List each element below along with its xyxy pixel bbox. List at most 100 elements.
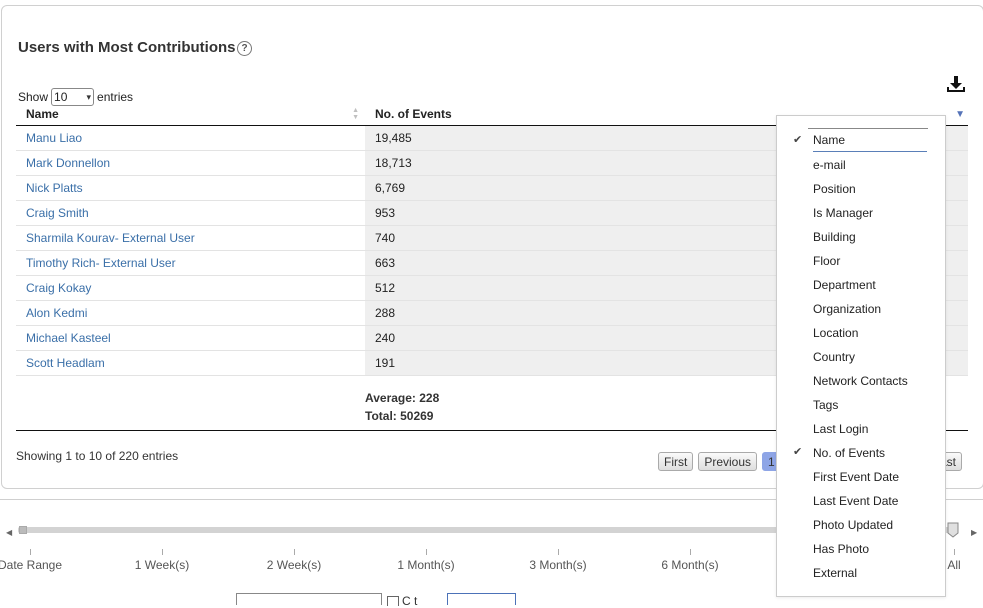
slider-left-handle[interactable] [19,526,27,534]
user-link[interactable]: Scott Headlam [26,356,105,370]
help-icon[interactable]: ? [237,41,252,56]
focus-outline [808,128,928,129]
chevron-down-icon: ▾ [86,91,92,102]
slider-tick-label[interactable]: 2 Week(s) [267,558,321,572]
column-header-name[interactable]: Name ▲ ▼ [16,103,365,126]
slider-tick-label[interactable]: 1 Month(s) [397,558,454,572]
slider-tick-label[interactable]: 3 Month(s) [529,558,586,572]
name-cell: Craig Kokay [16,275,365,301]
download-icon[interactable] [946,75,966,93]
column-menu-item-label: No. of Events [813,446,886,460]
slider-left-arrow-icon[interactable]: ◀ [6,528,12,537]
name-cell: Manu Liao [16,125,365,151]
name-cell: Mark Donnellon [16,150,365,176]
column-menu-item[interactable]: Network Contacts [777,368,945,392]
total-value: Total: 50269 [365,409,434,423]
column-menu-item[interactable]: Position [777,176,945,200]
user-link[interactable]: Michael Kasteel [26,331,111,345]
name-cell: Nick Platts [16,175,365,201]
column-menu-item-label: Name [813,133,927,152]
slider-right-handle[interactable] [947,522,959,538]
entries-select-value: 10 [54,90,68,104]
column-menu-item-label: Floor [813,254,841,268]
table-summary: Average: 228 Total: 50269 [365,389,439,425]
name-cell: Alon Kedmi [16,300,365,326]
column-menu-item[interactable]: Floor [777,248,945,272]
user-link[interactable]: Craig Kokay [26,281,91,295]
slider-tick [30,549,31,555]
column-menu-item[interactable]: Country [777,344,945,368]
column-menu-item-label: First Event Date [813,470,900,484]
column-menu-item[interactable]: Is Manager [777,200,945,224]
slider-tick-label[interactable]: 1 Week(s) [135,558,189,572]
column-menu-item[interactable]: e-mail [777,152,945,176]
slider-tick-label[interactable]: Date Range [0,558,62,572]
check-icon: ✔ [793,446,803,458]
column-menu-item-label: Country [813,350,856,364]
column-menu-item[interactable]: Last Event Date [777,488,945,512]
check-icon: ✔ [793,134,803,146]
column-menu-item-label: External [813,566,858,580]
column-menu-item-label: Is Manager [813,206,874,220]
column-menu-item-label: Photo Updated [813,518,894,532]
column-header-label: No. of Events [375,106,452,121]
first-page-button[interactable]: First [658,452,694,471]
slider-tick-label[interactable]: All [947,558,960,572]
column-menu-item-label: Network Contacts [813,374,908,388]
slider-tick-label[interactable]: 6 Month(s) [661,558,718,572]
column-menu-item[interactable]: Location [777,320,945,344]
name-cell: Sharmila Kourav- External User [16,225,365,251]
column-menu-item[interactable]: Tags [777,392,945,416]
slider-tick [690,549,691,555]
column-menu-item-label: Last Event Date [813,494,899,508]
column-header-label: Name [26,106,59,121]
sort-icon: ▲ ▼ [352,107,359,121]
column-menu-item-label: Department [813,278,876,292]
panel-title: Users with Most Contributions [18,39,236,56]
name-cell: Craig Smith [16,200,365,226]
column-menu-item[interactable]: ✔ No. of Events [777,440,945,464]
user-link[interactable]: Mark Donnellon [26,156,110,170]
user-link[interactable]: Alon Kedmi [26,306,87,320]
entries-label: entries [97,90,134,104]
column-toggle-icon[interactable]: ▼ [955,109,965,120]
column-menu-item-label: Tags [813,398,839,412]
name-cell: Michael Kasteel [16,325,365,351]
column-menu-item-label: Position [813,182,856,196]
column-menu-item[interactable]: Department [777,272,945,296]
name-cell: Timothy Rich- External User [16,250,365,276]
average-value: Average: 228 [365,391,440,405]
bottom-checkbox[interactable] [387,596,399,606]
column-menu-item[interactable]: First Event Date [777,464,945,488]
bottom-checkbox-label: C t [402,594,418,608]
column-menu-item[interactable]: Building [777,224,945,248]
user-link[interactable]: Sharmila Kourav- External User [26,231,195,245]
bottom-text-input[interactable] [236,593,382,605]
column-menu-item[interactable]: Organization [777,296,945,320]
user-link[interactable]: Craig Smith [26,206,89,220]
column-menu-item[interactable]: Photo Updated [777,512,945,536]
show-label: Show [18,90,49,104]
column-menu-item[interactable]: External [777,560,945,584]
column-visibility-menu: ✔ Name e-mail Position Is Manager Building Flo… [776,115,946,597]
column-menu-item[interactable]: ✔ Name [777,128,945,152]
column-menu-item-label: e-mail [813,158,846,172]
slider-right-arrow-icon[interactable]: ▶ [971,528,977,537]
name-cell: Scott Headlam [16,350,365,376]
user-link[interactable]: Timothy Rich- External User [26,256,176,270]
pagination: First Previous 1 ast [658,452,963,471]
slider-tick [162,549,163,555]
column-menu-item-label: Building [813,230,856,244]
user-link[interactable]: Manu Liao [26,131,82,145]
user-link[interactable]: Nick Platts [26,181,83,195]
table-info: Showing 1 to 10 of 220 entries [16,449,179,463]
slider-tick [954,549,955,555]
column-menu-item-label: Location [813,326,859,340]
column-menu-item-label: Has Photo [813,542,870,556]
column-menu-item[interactable]: Last Login [777,416,945,440]
column-menu-item-label: Organization [813,302,882,316]
slider-tick [294,549,295,555]
bottom-button[interactable] [447,593,516,605]
previous-page-button[interactable]: Previous [698,452,758,471]
column-menu-item[interactable]: Has Photo [777,536,945,560]
